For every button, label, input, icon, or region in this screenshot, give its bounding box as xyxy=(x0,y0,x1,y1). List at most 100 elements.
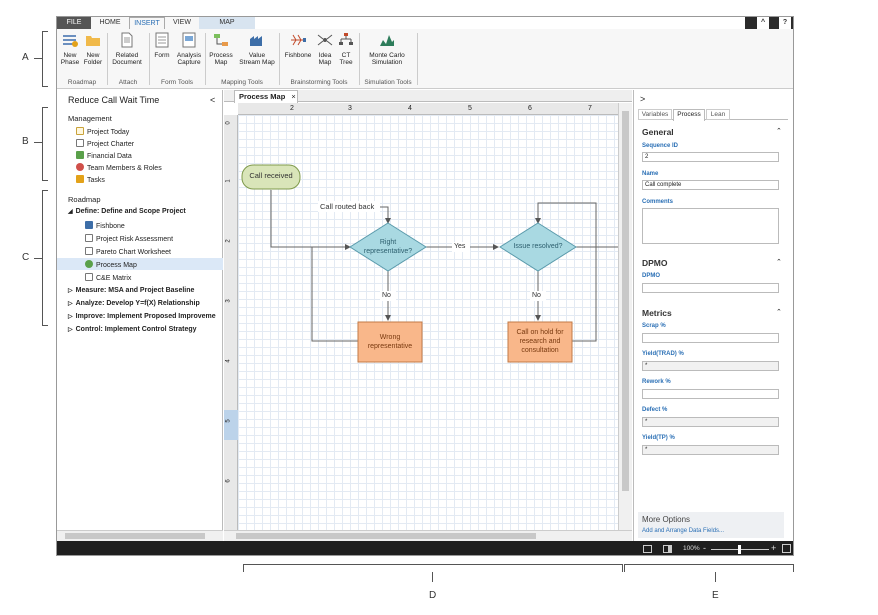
menu-tab-insert[interactable]: INSERT xyxy=(129,17,165,29)
metrics-header: Metrics xyxy=(642,308,672,318)
task-pane-toggle-icon[interactable] xyxy=(663,545,672,553)
idea-map-button[interactable]: Idea Map xyxy=(315,32,335,66)
name-label: Name xyxy=(642,171,659,177)
yes-label: Yes xyxy=(454,243,466,250)
sequence-id-label: Sequence ID xyxy=(642,143,679,149)
fit-to-window-icon[interactable] xyxy=(782,544,791,553)
yield-tp-field: * xyxy=(642,445,779,455)
process-map-button[interactable]: Process Map xyxy=(207,32,235,66)
ribbon: New Phase New Folder Related Document Fo… xyxy=(57,29,793,89)
collapse-metrics-icon[interactable]: ⌃ xyxy=(776,308,782,316)
form-icon xyxy=(155,32,169,48)
yield-tp-label: Yield(TP) % xyxy=(642,435,675,441)
menu-tab-home[interactable]: HOME xyxy=(91,17,129,29)
sequence-id-field[interactable]: 2 xyxy=(642,152,779,162)
dpmo-field[interactable] xyxy=(642,283,779,293)
rework-field[interactable] xyxy=(642,389,779,399)
menu-tab-map[interactable]: MAP xyxy=(199,17,255,29)
zoom-out-button[interactable]: - xyxy=(703,543,706,553)
money-icon xyxy=(76,151,84,159)
fishbone-button[interactable]: Fishbone xyxy=(283,32,313,59)
comments-field[interactable] xyxy=(642,208,779,244)
collapse-general-icon[interactable]: ⌃ xyxy=(776,127,782,135)
scrap-field[interactable] xyxy=(642,333,779,343)
phase-analyze[interactable]: ▷ Analyze: Develop Y=f(X) Relationship xyxy=(68,300,200,307)
yield-trad-field: * xyxy=(642,361,779,371)
tree-item-process-map[interactable]: Process Map xyxy=(85,260,137,269)
callout-b: B xyxy=(22,136,29,147)
fishbone-icon xyxy=(291,34,306,46)
callout-e: E xyxy=(712,590,719,601)
home-icon xyxy=(76,127,84,135)
group-form-tools: Form Tools xyxy=(160,79,194,86)
tree-item-ce-matrix[interactable]: C&E Matrix xyxy=(85,273,131,282)
close-tab-icon[interactable]: × xyxy=(291,92,295,101)
navigator-hscroll[interactable] xyxy=(57,530,223,541)
process-map-icon xyxy=(214,34,228,46)
dpmo-label: DPMO xyxy=(642,273,660,279)
canvas-vscroll[interactable] xyxy=(618,103,632,530)
phase-improve[interactable]: ▷ Improve: Implement Proposed Improveme xyxy=(68,313,216,320)
monte-carlo-button[interactable]: Monte Carlo Simulation xyxy=(363,32,411,66)
new-folder-button[interactable]: New Folder xyxy=(82,32,104,66)
nav-tasks[interactable]: Tasks xyxy=(76,175,105,184)
phase-measure[interactable]: ▷ Measure: MSA and Project Baseline xyxy=(68,287,194,294)
menu-tab-view[interactable]: VIEW xyxy=(165,17,199,29)
menu-tab-file[interactable]: FILE xyxy=(57,17,91,29)
defect-field: * xyxy=(642,417,779,427)
selected-row-highlight xyxy=(57,258,223,270)
nav-financial-data[interactable]: Financial Data xyxy=(76,151,132,160)
scrap-label: Scrap % xyxy=(642,323,666,329)
collapse-dpmo-icon[interactable]: ⌃ xyxy=(776,258,782,266)
collapse-navigator-button[interactable]: < xyxy=(210,95,215,105)
expanded-arrow-icon: ◢ xyxy=(68,209,73,215)
help-button[interactable]: ? xyxy=(779,17,791,29)
related-document-button[interactable]: Related Document xyxy=(108,32,146,66)
connector-p2-back xyxy=(535,202,597,342)
process-map-editor: Process Map × 2 3 4 5 6 7 0 1 2 3 4 5 6 xyxy=(224,90,632,541)
drawing-canvas[interactable]: Call received Call routed back Right rep… xyxy=(238,115,618,530)
phase-control[interactable]: ▷ Control: Implement Control Strategy xyxy=(68,326,197,333)
charter-icon xyxy=(76,139,84,147)
general-header: General xyxy=(642,127,674,137)
value-stream-map-icon xyxy=(250,36,262,46)
tab-lean[interactable]: Lean xyxy=(706,109,730,120)
new-phase-button[interactable]: New Phase xyxy=(59,32,81,66)
tree-item-risk-assessment[interactable]: Project Risk Assessment xyxy=(85,234,173,243)
tab-process[interactable]: Process xyxy=(673,109,705,121)
tab-variables[interactable]: Variables xyxy=(638,109,672,120)
vertical-ruler: 0 1 2 3 4 5 6 xyxy=(224,115,238,530)
tab-process-map[interactable]: Process Map × xyxy=(234,90,298,103)
value-stream-map-button[interactable]: Value Stream Map xyxy=(237,32,277,66)
name-field[interactable]: Call complete xyxy=(642,180,779,190)
zoom-slider-thumb[interactable] xyxy=(738,545,741,554)
zoom-level: 100% xyxy=(683,545,700,552)
defect-label: Defect % xyxy=(642,407,668,413)
form-button[interactable]: Form xyxy=(152,32,172,59)
more-options-label: More Options xyxy=(642,515,691,524)
decision1-label: Right representative? xyxy=(363,239,413,255)
new-folder-icon xyxy=(86,36,100,46)
document-icon xyxy=(85,234,93,242)
collapsed-arrow-icon: ▷ xyxy=(68,314,73,320)
tree-item-pareto[interactable]: Pareto Chart Worksheet xyxy=(85,247,171,256)
nav-team-members[interactable]: Team Members & Roles xyxy=(76,163,162,172)
start-label: Call received xyxy=(249,171,293,180)
tree-item-fishbone[interactable]: Fishbone xyxy=(85,221,125,230)
process-map-icon xyxy=(85,260,93,268)
analysis-capture-button[interactable]: Analysis Capture xyxy=(174,32,204,66)
expand-panel-button[interactable]: > xyxy=(640,94,645,104)
nav-project-charter[interactable]: Project Charter xyxy=(76,139,134,148)
phase-define[interactable]: ◢ Define: Define and Scope Project xyxy=(68,208,186,215)
ct-tree-button[interactable]: CT Tree xyxy=(337,32,355,66)
navigator-pane-toggle-icon[interactable] xyxy=(643,545,652,553)
zoom-in-button[interactable]: + xyxy=(771,543,776,553)
ribbon-collapse-button[interactable]: ^ xyxy=(757,17,769,29)
nav-project-today[interactable]: Project Today xyxy=(76,127,129,136)
status-bar: 100% - + xyxy=(57,541,793,555)
document-icon xyxy=(85,247,93,255)
add-arrange-fields-link[interactable]: Add and Arrange Data Fields... xyxy=(642,528,724,534)
dpmo-header: DPMO xyxy=(642,258,668,268)
properties-panel: > Variables Process Lean General ⌃ Seque… xyxy=(633,90,793,541)
canvas-hscroll[interactable] xyxy=(224,530,632,541)
